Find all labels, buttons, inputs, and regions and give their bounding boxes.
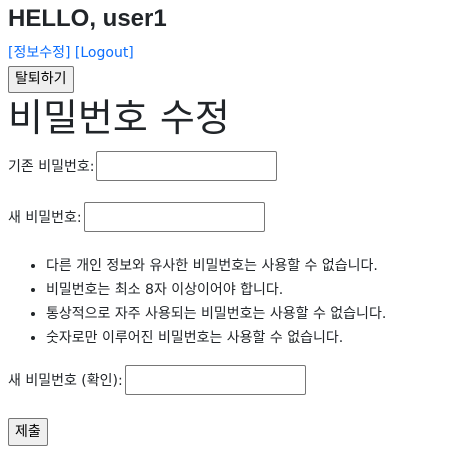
submit-button[interactable]: 제출 (8, 418, 48, 446)
current-password-label: 기존 비밀번호: (8, 159, 95, 175)
page-title: 비밀번호 수정 (8, 96, 230, 140)
edit-profile-link[interactable]: [정보수정] (8, 45, 70, 61)
password-rule-item: 비밀번호는 최소 8자 이상이어야 합니다. (46, 278, 386, 302)
account-links: [정보수정] [Logout] (8, 44, 134, 62)
password-rule-item: 숫자로만 이루어진 비밀번호는 사용할 수 없습니다. (46, 326, 386, 350)
current-password-row: 기존 비밀번호: (8, 151, 278, 181)
password-rule-item: 다른 개인 정보와 유사한 비밀번호는 사용할 수 없습니다. (46, 254, 386, 278)
withdraw-button[interactable]: 탈퇴하기 (8, 66, 74, 93)
new-password-label: 새 비밀번호: (8, 210, 82, 226)
logout-link[interactable]: [Logout] (75, 45, 134, 61)
password-rules-list: 다른 개인 정보와 유사한 비밀번호는 사용할 수 없습니다. 비밀번호는 최소… (8, 254, 386, 350)
confirm-password-input[interactable] (124, 365, 306, 395)
confirm-password-row: 새 비밀번호 (확인): (8, 365, 306, 395)
greeting-heading: HELLO, user1 (8, 5, 167, 32)
new-password-input[interactable] (83, 202, 265, 232)
current-password-input[interactable] (96, 151, 278, 181)
password-rule-item: 통상적으로 자주 사용되는 비밀번호는 사용할 수 없습니다. (46, 302, 386, 326)
confirm-password-label: 새 비밀번호 (확인): (8, 373, 123, 389)
new-password-row: 새 비밀번호: (8, 202, 265, 232)
